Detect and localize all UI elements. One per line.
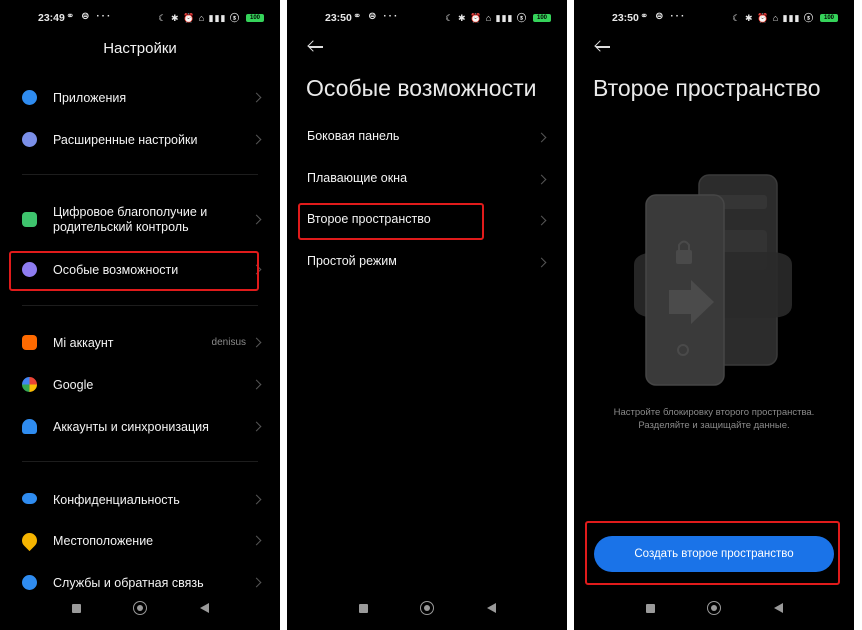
chevron-right-icon xyxy=(536,132,547,143)
battery-icon: 100 xyxy=(820,14,838,22)
description: Настройте блокировку второго пространств… xyxy=(574,406,854,432)
back-nav-button[interactable] xyxy=(774,603,783,613)
highlight-box xyxy=(9,251,259,291)
dots-icon xyxy=(22,132,37,147)
settings-item-label: Цифровое благополучие и родительский кон… xyxy=(53,205,208,234)
chevron-right-icon xyxy=(251,214,262,225)
status-right-icons: ☾ ✱ ⏰ ⌂ ▮▮▮ ⓢ xyxy=(732,13,814,23)
menu-item-simple-mode[interactable]: Простой режим xyxy=(287,247,567,277)
menu-item-label: Плавающие окна xyxy=(307,171,408,185)
settings-screen: 23:49 ⚭ ⊜ ··· ☾ ✱ ⏰ ⌂ ▮▮▮ ⓢ 100 Настройк… xyxy=(0,0,280,630)
settings-item-mi-account[interactable]: Mi аккаунт denisus xyxy=(0,334,280,368)
back-nav-button[interactable] xyxy=(200,603,209,613)
back-arrow-icon[interactable] xyxy=(594,40,612,54)
divider xyxy=(22,305,258,306)
settings-item-privacy[interactable]: Конфиденциальность xyxy=(0,491,280,525)
status-left-icons: ⚭ ⊜ ··· xyxy=(640,11,687,22)
status-bar: 23:50 ⚭ ⊜ ··· ☾ ✱ ⏰ ⌂ ▮▮▮ ⓢ 100 xyxy=(574,10,854,28)
chevron-right-icon xyxy=(251,535,262,546)
menu-item-label: Простой режим xyxy=(307,254,397,268)
status-time: 23:49 xyxy=(38,12,65,24)
settings-item-label: Местоположение xyxy=(53,534,154,548)
chevron-right-icon xyxy=(251,494,262,505)
second-space-illustration xyxy=(634,174,792,386)
chevron-right-icon xyxy=(251,337,262,348)
settings-item-label: Расширенные настройки xyxy=(53,133,198,147)
recents-button[interactable] xyxy=(646,604,655,613)
battery-icon: 100 xyxy=(533,14,551,22)
google-icon xyxy=(22,377,37,392)
status-right-icons: ☾ ✱ ⏰ ⌂ ▮▮▮ ⓢ xyxy=(445,13,527,23)
page-title: Особые возможности xyxy=(306,75,537,101)
settings-item-label: Конфиденциальность xyxy=(53,493,180,507)
settings-item-label: Службы и обратная связь xyxy=(53,576,204,590)
menu-item-floating-windows[interactable]: Плавающие окна xyxy=(287,164,567,194)
highlight-box xyxy=(585,521,840,585)
mi-icon xyxy=(22,335,37,350)
recents-button[interactable] xyxy=(359,604,368,613)
status-bar: 23:50 ⚭ ⊜ ··· ☾ ✱ ⏰ ⌂ ▮▮▮ ⓢ 100 xyxy=(287,10,567,28)
battery-icon: 100 xyxy=(246,14,264,22)
recents-button[interactable] xyxy=(72,604,81,613)
chevron-right-icon xyxy=(251,134,262,145)
account-name: denisus xyxy=(211,337,246,348)
help-icon xyxy=(22,575,37,590)
chevron-right-icon xyxy=(251,379,262,390)
settings-item-location[interactable]: Местоположение xyxy=(0,529,280,566)
settings-item-label: Mi аккаунт xyxy=(53,336,114,350)
page-title: Настройки xyxy=(103,40,177,57)
divider xyxy=(22,174,258,175)
chevron-right-icon xyxy=(251,92,262,103)
settings-item-wellbeing[interactable]: Цифровое благополучие и родительский кон… xyxy=(0,204,280,238)
settings-item-label: Аккаунты и синхронизация xyxy=(53,420,209,434)
accessibility-screen: 23:50 ⚭ ⊜ ··· ☾ ✱ ⏰ ⌂ ▮▮▮ ⓢ 100 Особые в… xyxy=(287,0,567,630)
status-bar: 23:49 ⚭ ⊜ ··· ☾ ✱ ⏰ ⌂ ▮▮▮ ⓢ 100 xyxy=(0,10,280,28)
settings-item-advanced[interactable]: Расширенные настройки xyxy=(0,131,280,165)
navigation-bar xyxy=(0,600,280,620)
navigation-bar xyxy=(287,600,567,620)
eye-icon xyxy=(22,493,37,504)
navigation-bar xyxy=(574,600,854,620)
back-arrow-icon[interactable] xyxy=(307,40,325,54)
chevron-right-icon xyxy=(536,174,547,185)
person-icon xyxy=(22,419,37,434)
settings-item-label: Google xyxy=(53,378,94,392)
status-left-icons: ⚭ ⊜ ··· xyxy=(353,11,400,22)
divider xyxy=(22,461,258,462)
menu-item-sidebar[interactable]: Боковая панель xyxy=(287,122,567,152)
description-line: Разделяйте и защищайте данные. xyxy=(638,420,790,431)
wellbeing-icon xyxy=(22,212,37,227)
back-nav-button[interactable] xyxy=(487,603,496,613)
second-space-screen: 23:50 ⚭ ⊜ ··· ☾ ✱ ⏰ ⌂ ▮▮▮ ⓢ 100 Второе п… xyxy=(574,0,854,630)
highlight-box xyxy=(298,203,484,240)
chevron-right-icon xyxy=(536,215,547,226)
chevron-right-icon xyxy=(251,577,262,588)
settings-item-label: Приложения xyxy=(53,91,127,105)
status-time: 23:50 xyxy=(612,12,639,24)
chevron-right-icon xyxy=(251,421,262,432)
home-button[interactable] xyxy=(707,601,721,615)
chevron-right-icon xyxy=(536,257,547,268)
settings-item-apps[interactable]: Приложения xyxy=(0,89,280,123)
status-left-icons: ⚭ ⊜ ··· xyxy=(66,11,113,22)
status-right-icons: ☾ ✱ ⏰ ⌂ ▮▮▮ ⓢ xyxy=(158,13,240,23)
home-button[interactable] xyxy=(133,601,147,615)
gear-icon xyxy=(22,90,37,105)
home-button[interactable] xyxy=(420,601,434,615)
status-time: 23:50 xyxy=(325,12,352,24)
settings-item-accounts-sync[interactable]: Аккаунты и синхронизация xyxy=(0,418,280,452)
location-pin-icon xyxy=(18,529,41,552)
settings-item-google[interactable]: Google xyxy=(0,376,280,410)
page-title: Второе пространство xyxy=(593,75,821,101)
description-line: Настройте блокировку второго пространств… xyxy=(613,407,815,418)
menu-item-label: Боковая панель xyxy=(307,129,400,143)
